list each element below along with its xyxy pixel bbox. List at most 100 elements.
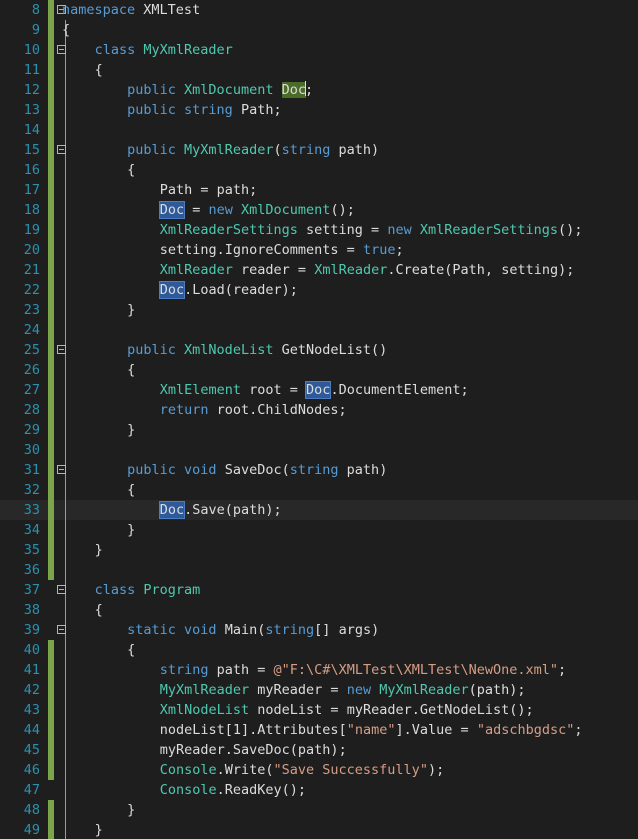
code-line[interactable]: 26 { [0,360,638,380]
punctuation-token: . [216,782,225,798]
code-text[interactable]: { [62,160,135,180]
code-line[interactable]: 15 public MyXmlReader(string path) [0,140,638,160]
code-line[interactable]: 29 } [0,420,638,440]
code-text[interactable]: string path = @"F:\C#\XMLTest\XMLTest\Ne… [62,660,566,680]
code-text[interactable]: static void Main(string[] args) [62,620,379,640]
punctuation-token: ( [265,762,274,778]
code-line[interactable]: 34 } [0,520,638,540]
code-line[interactable]: 13 public string Path; [0,100,638,120]
code-line[interactable]: 31 public void SaveDoc(string path) [0,460,638,480]
change-indicator-bar [48,720,54,740]
code-line[interactable]: 20 setting.IgnoreComments = true; [0,240,638,260]
code-text[interactable]: XmlNodeList nodeList = myReader.GetNodeL… [62,700,534,720]
code-text[interactable]: } [62,800,135,820]
code-line[interactable]: 33 Doc.Save(path); [0,500,638,520]
code-line[interactable]: 8 namespace XMLTest [0,0,638,20]
code-line[interactable]: 19 XmlReaderSettings setting = new XmlRe… [0,220,638,240]
code-line[interactable]: 45 myReader.SaveDoc(path); [0,740,638,760]
code-editor[interactable]: 8 namespace XMLTest 9{10 class MyXmlReader… [0,0,638,839]
code-text[interactable]: public MyXmlReader(string path) [62,140,379,160]
punctuation-token: { [127,362,136,378]
code-line[interactable]: 47 Console.ReadKey(); [0,780,638,800]
code-line[interactable]: 14 [0,120,638,140]
code-text[interactable]: XmlElement root = Doc.DocumentElement; [62,380,469,400]
code-line[interactable]: 16 { [0,160,638,180]
punctuation-token [119,782,127,798]
code-line[interactable]: 48 } [0,800,638,820]
code-line[interactable]: 46 Console.Write("Save Successfully"); [0,760,638,780]
code-line[interactable]: 12 public XmlDocument Doc; [0,80,638,100]
code-text[interactable]: public string Path; [62,100,282,120]
code-line[interactable]: 18 Doc = new XmlDocument(); [0,200,638,220]
punctuation-token [119,242,127,258]
code-text[interactable]: { [62,360,135,380]
code-line[interactable]: 32 { [0,480,638,500]
punctuation-token [184,202,192,218]
code-text[interactable]: { [62,480,135,500]
punctuation-token [111,282,119,298]
code-text[interactable]: Doc.Save(path); [62,500,282,520]
code-line[interactable]: 39 static void Main(string[] args) [0,620,638,640]
code-text[interactable]: Doc.Load(reader); [62,280,298,300]
code-line[interactable]: 25 public XmlNodeList GetNodeList() [0,340,638,360]
code-text[interactable]: class MyXmlReader [62,40,233,60]
code-line[interactable]: 35 } [0,540,638,560]
code-line[interactable]: 24 [0,320,638,340]
code-text[interactable]: Path = path; [62,180,258,200]
code-text[interactable]: setting.IgnoreComments = true; [62,240,404,260]
code-line[interactable]: 42 MyXmlReader myReader = new MyXmlReade… [0,680,638,700]
code-line[interactable]: 27 XmlElement root = Doc.DocumentElement… [0,380,638,400]
code-text[interactable]: public XmlDocument Doc; [62,80,313,100]
punctuation-token: ) [371,142,380,158]
code-text[interactable]: Console.ReadKey(); [62,780,306,800]
code-line[interactable]: 11 { [0,60,638,80]
code-line[interactable]: 30 [0,440,638,460]
code-text[interactable]: return root.ChildNodes; [62,400,347,420]
type-token: XmlReaderSettings [419,222,559,238]
code-lines-container[interactable]: 8 namespace XMLTest 9{10 class MyXmlReader… [0,0,638,839]
code-text[interactable]: } [62,300,135,320]
punctuation-token [95,742,103,758]
punctuation-token: ( [224,502,233,518]
code-text[interactable]: } [62,520,135,540]
punctuation-token [298,222,306,238]
punctuation-token: ( [289,742,298,758]
code-text[interactable]: myReader.SaveDoc(path); [62,740,347,760]
code-text[interactable]: { [62,640,135,660]
code-text[interactable]: } [62,540,103,560]
code-text[interactable]: namespace XMLTest [62,0,200,20]
punctuation-token [111,462,119,478]
code-text[interactable]: public void SaveDoc(string path) [62,460,387,480]
code-line[interactable]: 44 nodeList[1].Attributes["name"].Value … [0,720,638,740]
code-line[interactable]: 38 { [0,600,638,620]
code-text[interactable]: XmlReader reader = XmlReader.Create(Path… [62,260,575,280]
code-line[interactable]: 10 class MyXmlReader [0,40,638,60]
code-line[interactable]: 41 string path = @"F:\C#\XMLTest\XMLTest… [0,660,638,680]
code-line[interactable]: 21 XmlReader reader = XmlReader.Create(P… [0,260,638,280]
code-text[interactable]: { [62,600,103,620]
code-line[interactable]: 9{ [0,20,638,40]
code-line[interactable]: 37 class Program [0,580,638,600]
code-text[interactable]: { [62,20,70,40]
code-text[interactable]: public XmlNodeList GetNodeList() [62,340,387,360]
change-indicator-bar [48,120,54,140]
code-text[interactable]: } [62,420,135,440]
code-line[interactable]: 17 Path = path; [0,180,638,200]
code-text[interactable]: } [62,820,103,839]
code-line[interactable]: 36 [0,560,638,580]
code-line[interactable]: 22 Doc.Load(reader); [0,280,638,300]
code-line[interactable]: 49 } [0,820,638,839]
code-line[interactable]: 28 return root.ChildNodes; [0,400,638,420]
code-text[interactable]: Console.Write("Save Successfully"); [62,760,445,780]
code-text[interactable]: { [62,60,103,80]
punctuation-token [62,582,70,598]
code-text[interactable]: Doc = new XmlDocument(); [62,200,355,220]
identifier-token: path [232,502,266,518]
code-text[interactable]: XmlReaderSettings setting = new XmlReade… [62,220,583,240]
code-text[interactable]: class Program [62,580,201,600]
code-line[interactable]: 43 XmlNodeList nodeList = myReader.GetNo… [0,700,638,720]
code-line[interactable]: 40 { [0,640,638,660]
code-text[interactable]: MyXmlReader myReader = new MyXmlReader(p… [62,680,526,700]
code-line[interactable]: 23 } [0,300,638,320]
code-text[interactable]: nodeList[1].Attributes["name"].Value = "… [62,720,583,740]
